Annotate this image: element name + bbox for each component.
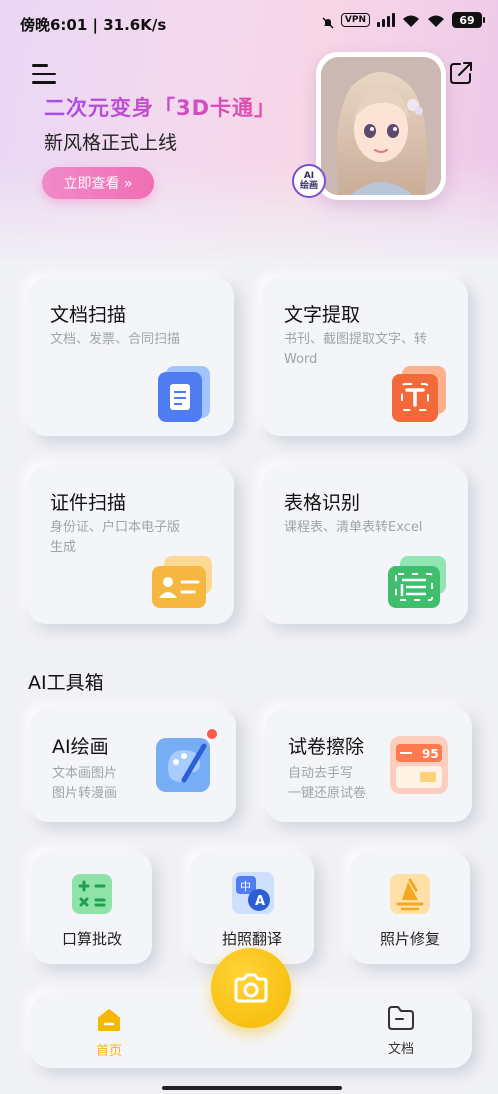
card-desc-line-1: 身份证、户口本电子版 — [50, 520, 181, 535]
banner-portrait[interactable] — [316, 52, 446, 200]
card-title: AI绘画 — [52, 736, 109, 758]
banner-subtitle: 新风格正式上线 — [44, 132, 178, 154]
cell-signal-icon — [377, 13, 395, 27]
card-title: 文档扫描 — [50, 304, 127, 326]
glyph-zh: 中 — [240, 880, 251, 893]
exam-score: 95 — [422, 747, 439, 761]
nav-home-label: 首页 — [95, 1044, 122, 1059]
id-scan-card[interactable]: 证件扫描 身份证、户口本电子版 生成 — [28, 466, 234, 624]
calculator-icon — [70, 872, 114, 920]
glyph-a: A — [255, 894, 265, 909]
exam-erase-card[interactable]: 试卷擦除 自动去手写 一键还原试卷 95 — [266, 708, 472, 822]
menu-icon[interactable] — [32, 64, 56, 84]
camera-icon — [232, 972, 270, 1004]
tool-label: 拍照翻译 — [221, 930, 282, 948]
card-desc-line-2: 一键还原试卷 — [288, 786, 367, 801]
table-recognize-icon — [386, 554, 448, 614]
status-time-speed: 傍晚6:01 | 31.6K/s — [20, 16, 167, 34]
card-desc-line-1: 文本画图片 — [52, 766, 118, 781]
vpn-badge: VPN — [340, 13, 370, 27]
card-desc-line-2: 图片转漫画 — [52, 786, 118, 801]
battery-icon: 69 — [452, 12, 485, 28]
oral-calc-card[interactable]: 口算批改 — [32, 852, 152, 964]
card-desc-line-1: 书刊、截图提取文字、转 — [284, 332, 428, 347]
card-desc: 身份证、户口本电子版 生成 — [50, 518, 180, 558]
folder-icon — [386, 1004, 416, 1032]
document-scan-icon — [156, 362, 212, 426]
home-indicator — [162, 1086, 342, 1090]
card-desc: 文档、发票、合同扫描 — [50, 332, 181, 347]
wifi-icon — [402, 13, 420, 27]
mute-bell-icon — [322, 14, 334, 29]
tool-label: 照片修复 — [379, 930, 440, 948]
ai-paint-badge: AI 绘画 — [292, 164, 326, 198]
wifi-icon-2 — [427, 13, 445, 27]
nav-docs[interactable]: 文档 — [376, 1004, 426, 1060]
id-card-icon — [150, 554, 214, 614]
text-extract-icon — [390, 362, 448, 426]
status-icons: VPN 69 — [322, 12, 485, 29]
photo-repair-card[interactable]: 照片修复 — [350, 852, 470, 964]
exam-erase-icon: 95 — [388, 734, 450, 800]
paint-brush-icon — [154, 728, 218, 798]
card-title: 证件扫描 — [50, 492, 127, 514]
translate-icon: 中 A — [230, 870, 276, 920]
home-icon — [95, 1006, 123, 1034]
tool-label: 口算批改 — [61, 930, 122, 948]
badge-line-1: AI — [303, 171, 315, 181]
banner-title: 二次元变身「3D卡通」 — [44, 92, 276, 122]
share-icon[interactable] — [448, 60, 474, 86]
card-title: 表格识别 — [284, 492, 361, 514]
document-scan-card[interactable]: 文档扫描 文档、发票、合同扫描 — [28, 278, 234, 436]
status-bar: 傍晚6:01 | 31.6K/s VPN 69 — [0, 0, 498, 46]
card-title: 试卷擦除 — [288, 736, 365, 758]
nav-home[interactable]: 首页 — [84, 1006, 134, 1060]
card-desc: 课程表、清单表转Excel — [284, 520, 423, 535]
view-now-button[interactable]: 立即查看 » — [42, 167, 154, 199]
table-recognize-card[interactable]: 表格识别 课程表、清单表转Excel — [262, 466, 468, 624]
badge-line-2: 绘画 — [299, 181, 318, 191]
card-desc-line-1: 自动去手写 — [288, 766, 354, 781]
camera-button[interactable] — [211, 948, 291, 1028]
card-desc: 文本画图片 图片转漫画 — [52, 764, 117, 804]
ai-paint-card[interactable]: AI绘画 文本画图片 图片转漫画 — [30, 708, 236, 822]
card-desc: 自动去手写 一键还原试卷 — [288, 764, 366, 804]
text-extract-card[interactable]: 文字提取 书刊、截图提取文字、转 Word — [262, 278, 468, 436]
photo-repair-icon — [388, 872, 432, 920]
nav-docs-label: 文档 — [387, 1042, 414, 1057]
ai-toolbox-title: AI工具箱 — [28, 672, 104, 694]
anime-girl-image — [321, 57, 441, 195]
card-title: 文字提取 — [284, 304, 361, 326]
